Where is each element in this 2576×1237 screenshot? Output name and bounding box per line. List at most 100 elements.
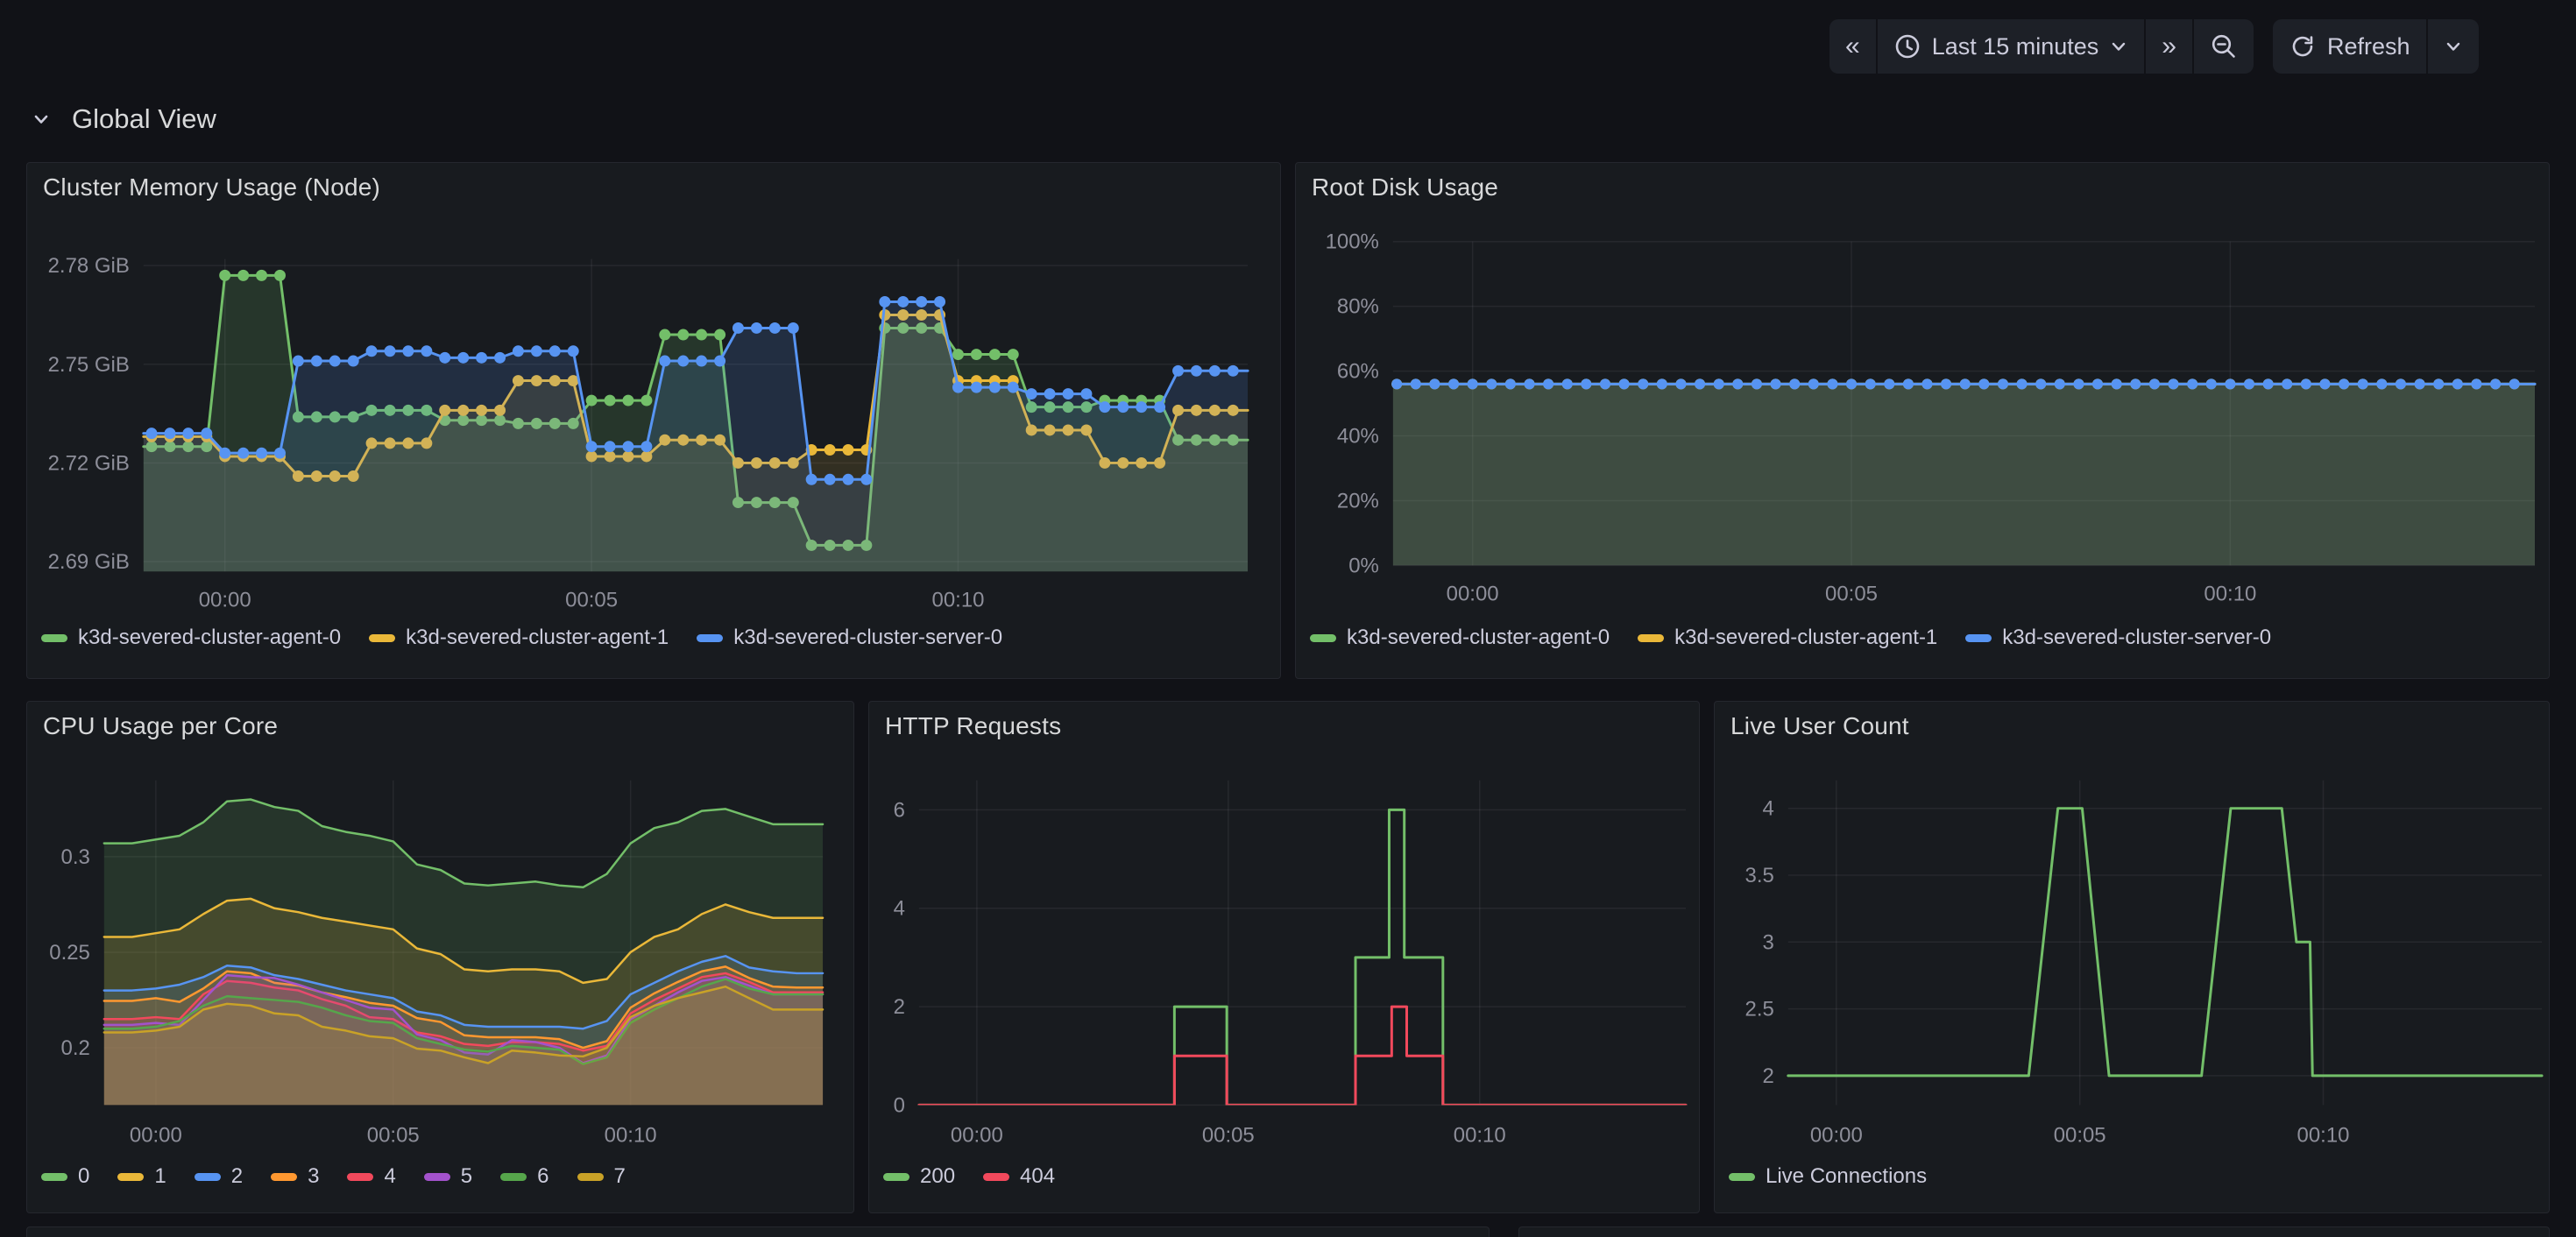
panel-partial-left: [26, 1226, 1490, 1237]
svg-text:00:10: 00:10: [2204, 582, 2256, 605]
legend-label: Live Connections: [1766, 1164, 1927, 1189]
svg-text:6: 6: [894, 798, 905, 822]
legend-item-http-0[interactable]: 200: [883, 1164, 955, 1189]
svg-text:3.5: 3.5: [1745, 864, 1774, 887]
panel-root-disk: 0%20%40%60%80%100%00:0000:0500:10 Root D…: [1295, 162, 2550, 679]
dashboard-toolbar: « Last 15 minutes »: [1829, 19, 2479, 74]
row-global-view[interactable]: Global View: [30, 103, 216, 135]
legend-swatch: [347, 1173, 373, 1181]
legend-item-rootdisk-0[interactable]: k3d-severed-cluster-agent-0: [1310, 626, 1610, 650]
svg-text:00:00: 00:00: [1447, 582, 1499, 605]
svg-text:2.78 GiB: 2.78 GiB: [48, 254, 130, 278]
svg-text:00:10: 00:10: [605, 1123, 657, 1147]
svg-text:0%: 0%: [1348, 554, 1379, 577]
legend-swatch: [1965, 634, 1992, 642]
cpu-usage-chart[interactable]: 0.20.250.300:0000:0500:10: [27, 702, 853, 1212]
legend-swatch: [1729, 1173, 1755, 1181]
legend-label: 5: [461, 1164, 472, 1189]
legend-item-cpu-7[interactable]: 7: [577, 1164, 626, 1189]
legend-label: 4: [384, 1164, 395, 1189]
legend-label: k3d-severed-cluster-agent-1: [1674, 626, 1937, 650]
http-requests-chart[interactable]: 024600:0000:0500:10: [869, 702, 1699, 1212]
refresh-label: Refresh: [2327, 33, 2410, 60]
refresh-interval-dropdown[interactable]: [2428, 19, 2479, 74]
zoom-out-time-button[interactable]: [2194, 19, 2254, 74]
legend-swatch: [41, 1173, 67, 1181]
legend-swatch: [1310, 634, 1336, 642]
time-shift-back-button[interactable]: «: [1829, 19, 1876, 74]
legend-label: 200: [920, 1164, 955, 1189]
panel-cpu-usage: 0.20.250.300:0000:0500:10 CPU Usage per …: [26, 701, 854, 1213]
section-title: Global View: [72, 103, 216, 135]
svg-text:0.3: 0.3: [61, 845, 90, 869]
zoom-out-icon: [2210, 32, 2238, 60]
legend-item-memory-0[interactable]: k3d-severed-cluster-agent-0: [41, 626, 341, 650]
cluster-memory-legend: k3d-severed-cluster-agent-0 k3d-severed-c…: [41, 626, 1002, 650]
svg-text:2: 2: [894, 995, 905, 1019]
svg-text:00:10: 00:10: [2297, 1123, 2350, 1147]
svg-text:2.75 GiB: 2.75 GiB: [48, 353, 130, 377]
legend-swatch: [500, 1173, 527, 1181]
legend-label: 6: [537, 1164, 548, 1189]
live-user-count-legend: Live Connections: [1729, 1164, 1927, 1189]
legend-item-cpu-1[interactable]: 1: [117, 1164, 166, 1189]
root-disk-legend: k3d-severed-cluster-agent-0 k3d-severed-c…: [1310, 626, 2271, 650]
chevron-down-icon: [30, 108, 53, 131]
legend-item-cpu-3[interactable]: 3: [271, 1164, 319, 1189]
clock-icon: [1893, 32, 1921, 60]
svg-text:0.2: 0.2: [61, 1036, 90, 1060]
chevron-down-icon: [2444, 37, 2463, 56]
svg-text:00:00: 00:00: [951, 1123, 1003, 1147]
panel-title[interactable]: Live User Count: [1730, 712, 1909, 740]
legend-item-cpu-2[interactable]: 2: [195, 1164, 243, 1189]
legend-item-cpu-6[interactable]: 6: [500, 1164, 548, 1189]
panel-live-user-count: 22.533.5400:0000:0500:10 Live User Count…: [1714, 701, 2550, 1213]
legend-label: 0: [78, 1164, 89, 1189]
panel-title[interactable]: HTTP Requests: [885, 712, 1061, 740]
legend-item-live-0[interactable]: Live Connections: [1729, 1164, 1927, 1189]
svg-text:20%: 20%: [1337, 489, 1379, 512]
legend-item-rootdisk-2[interactable]: k3d-severed-cluster-server-0: [1965, 626, 2271, 650]
panel-http-requests: 024600:0000:0500:10 HTTP Requests 200404: [868, 701, 1700, 1213]
legend-swatch: [1638, 634, 1664, 642]
svg-text:00:05: 00:05: [2054, 1123, 2106, 1147]
svg-text:4: 4: [894, 897, 905, 921]
legend-label: k3d-severed-cluster-agent-0: [78, 626, 341, 650]
legend-item-rootdisk-1[interactable]: k3d-severed-cluster-agent-1: [1638, 626, 1937, 650]
refresh-button[interactable]: Refresh: [2273, 19, 2426, 74]
panel-partial-right: [1518, 1226, 2550, 1237]
legend-swatch: [983, 1173, 1009, 1181]
chevrons-right-icon: »: [2162, 33, 2176, 60]
root-disk-chart[interactable]: 0%20%40%60%80%100%00:0000:0500:10: [1296, 163, 2549, 678]
svg-text:00:05: 00:05: [1202, 1123, 1255, 1147]
svg-text:00:05: 00:05: [1825, 582, 1878, 605]
time-shift-forward-button[interactable]: »: [2146, 19, 2192, 74]
legend-swatch: [883, 1173, 909, 1181]
http-requests-legend: 200 404: [883, 1164, 1055, 1189]
legend-item-cpu-0[interactable]: 0: [41, 1164, 89, 1189]
cluster-memory-chart[interactable]: 2.69 GiB2.72 GiB2.75 GiB2.78 GiB00:0000:…: [27, 163, 1280, 678]
svg-text:2.72 GiB: 2.72 GiB: [48, 451, 130, 475]
legend-item-http-1[interactable]: 404: [983, 1164, 1055, 1189]
svg-text:40%: 40%: [1337, 425, 1379, 449]
svg-text:80%: 80%: [1337, 295, 1379, 319]
svg-text:2.69 GiB: 2.69 GiB: [48, 550, 130, 574]
legend-item-memory-2[interactable]: k3d-severed-cluster-server-0: [697, 626, 1002, 650]
legend-label: 3: [308, 1164, 319, 1189]
legend-label: 7: [614, 1164, 626, 1189]
svg-text:0: 0: [894, 1093, 905, 1117]
svg-text:2.5: 2.5: [1745, 998, 1774, 1021]
live-user-count-chart[interactable]: 22.533.5400:0000:0500:10: [1715, 702, 2549, 1212]
panel-title[interactable]: CPU Usage per Core: [43, 712, 278, 740]
legend-label: k3d-severed-cluster-server-0: [733, 626, 1002, 650]
svg-text:100%: 100%: [1326, 230, 1379, 254]
panel-title[interactable]: Cluster Memory Usage (Node): [43, 173, 380, 201]
panel-title[interactable]: Root Disk Usage: [1312, 173, 1498, 201]
legend-item-cpu-4[interactable]: 4: [347, 1164, 395, 1189]
legend-item-memory-1[interactable]: k3d-severed-cluster-agent-1: [369, 626, 669, 650]
time-range-picker[interactable]: Last 15 minutes: [1878, 19, 2145, 74]
legend-label: 2: [231, 1164, 243, 1189]
time-range-label: Last 15 minutes: [1932, 33, 2099, 60]
legend-item-cpu-5[interactable]: 5: [424, 1164, 472, 1189]
svg-text:00:10: 00:10: [932, 588, 985, 611]
